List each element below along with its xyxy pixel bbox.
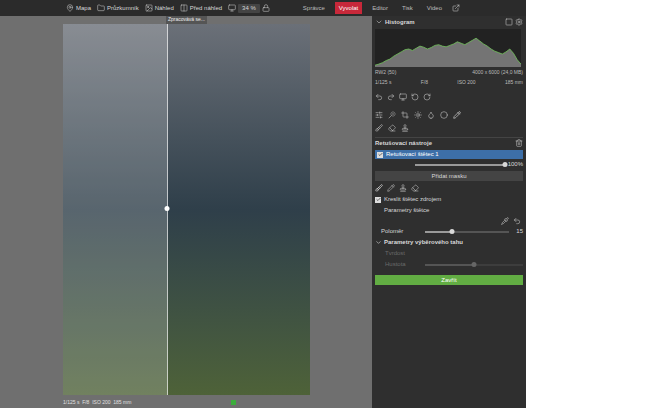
main-window: Mapa Průzkumník Náhled Před náhled 34 % Správ… <box>0 0 526 408</box>
redo-icon[interactable] <box>387 93 395 101</box>
module-tab[interactable]: Vyvolat <box>335 2 362 14</box>
eraser-icon[interactable] <box>388 124 396 132</box>
workspace: Zpracovává se... 1/125 s F/8 ISO 200 185 … <box>0 16 526 408</box>
adjust-icon[interactable] <box>375 111 383 119</box>
zoom-field[interactable]: 34 % <box>228 4 270 13</box>
reset-icon[interactable] <box>513 217 521 225</box>
disabled-row: Hustota <box>375 260 523 269</box>
close-button[interactable]: Zavřít <box>375 275 523 285</box>
stamp-icon[interactable] <box>401 124 409 132</box>
stamp-icon[interactable] <box>399 184 407 192</box>
preview-icon[interactable] <box>399 93 407 101</box>
exposure-info: 1/125 sF/8ISO 200185 mm <box>375 79 523 87</box>
add-mask-button[interactable]: Přidat masku <box>375 171 523 181</box>
toolbar-item[interactable]: Mapa <box>66 4 91 13</box>
toolbar-icon[interactable] <box>145 4 153 12</box>
app: Mapa Průzkumník Náhled Před náhled 34 % Správ… <box>0 0 650 408</box>
disabled-row: Tvrdost <box>375 249 523 258</box>
module-tab[interactable]: Editor <box>368 2 392 14</box>
before-overlay <box>63 24 167 395</box>
module-tab[interactable]: Video <box>423 2 446 14</box>
fit-icon[interactable] <box>228 4 236 12</box>
disabled-slider <box>425 262 523 268</box>
background <box>526 0 650 408</box>
split-handle[interactable] <box>164 206 169 211</box>
photo <box>63 24 310 395</box>
light-icon[interactable] <box>414 111 422 119</box>
undo-icon[interactable] <box>375 93 383 101</box>
pencil-icon[interactable] <box>387 184 395 192</box>
lock-icon[interactable] <box>262 4 270 12</box>
tool-row <box>375 109 523 121</box>
file-info: RW2 (50)4000 x 6000 (24,0 MB) <box>375 69 523 77</box>
auto-icon[interactable] <box>388 111 396 119</box>
pipette-icon[interactable] <box>501 217 509 225</box>
brush-section: Parametry štětce <box>375 206 523 215</box>
color-icon[interactable] <box>427 111 435 119</box>
brush-icon[interactable] <box>375 124 383 132</box>
radius-slider[interactable] <box>425 229 509 235</box>
retouch-header: Retušovací nástroje <box>375 137 523 148</box>
histogram-header: Histogram <box>375 17 523 27</box>
brush-tools <box>375 183 523 193</box>
rotate-right-icon[interactable] <box>423 93 431 101</box>
tool-row <box>375 123 523 133</box>
rotate-left-icon[interactable] <box>411 93 419 101</box>
mode-icon[interactable] <box>505 18 513 26</box>
toolbar-icon[interactable] <box>66 4 74 12</box>
toolbar-item[interactable]: Průzkumník <box>97 4 139 13</box>
popout-icon[interactable] <box>452 4 460 12</box>
toolbar-item[interactable]: Před náhled <box>180 4 222 13</box>
trash-icon[interactable] <box>515 139 523 147</box>
radius-row: Poloměr15 <box>375 227 523 236</box>
right-panel: Histogram RW2 (50)4000 x 6000 (24,0 MB) 1/… <box>372 16 526 408</box>
brush-icon[interactable] <box>375 184 383 192</box>
toolbar-icon[interactable] <box>97 4 105 12</box>
canvas: Zpracovává se... 1/125 s F/8 ISO 200 185 … <box>0 16 372 408</box>
retouch-icon[interactable] <box>453 111 461 119</box>
toolbar-item[interactable]: Náhled <box>145 4 174 13</box>
draw-option[interactable]: Kreslit štětec zdrojem <box>375 195 523 204</box>
retouch-layer[interactable]: Retušovací štětec 1100% <box>375 150 523 169</box>
status-indicator <box>231 400 236 405</box>
selection-section[interactable]: Parametry výběrového tahu <box>375 238 523 247</box>
edit-toolbar <box>375 91 523 103</box>
toolbar: Mapa Průzkumník Náhled Před náhled 34 % Správ… <box>0 0 526 16</box>
processing-label: Zpracovává se... <box>166 16 207 24</box>
module-tab[interactable]: Správce <box>299 2 329 14</box>
eraser-icon[interactable] <box>411 184 419 192</box>
settings-icon[interactable] <box>515 18 523 26</box>
crop-icon[interactable] <box>401 111 409 119</box>
status-bar: 1/125 s F/8 ISO 200 185 mm <box>0 397 372 408</box>
collapse-icon[interactable] <box>375 18 383 26</box>
vignette-icon[interactable] <box>440 111 448 119</box>
layer-checkbox[interactable] <box>377 152 383 158</box>
opacity-slider[interactable] <box>415 162 505 168</box>
histogram-chart <box>375 29 521 67</box>
toolbar-icon[interactable] <box>180 4 188 12</box>
module-tab[interactable]: Tisk <box>398 2 417 14</box>
